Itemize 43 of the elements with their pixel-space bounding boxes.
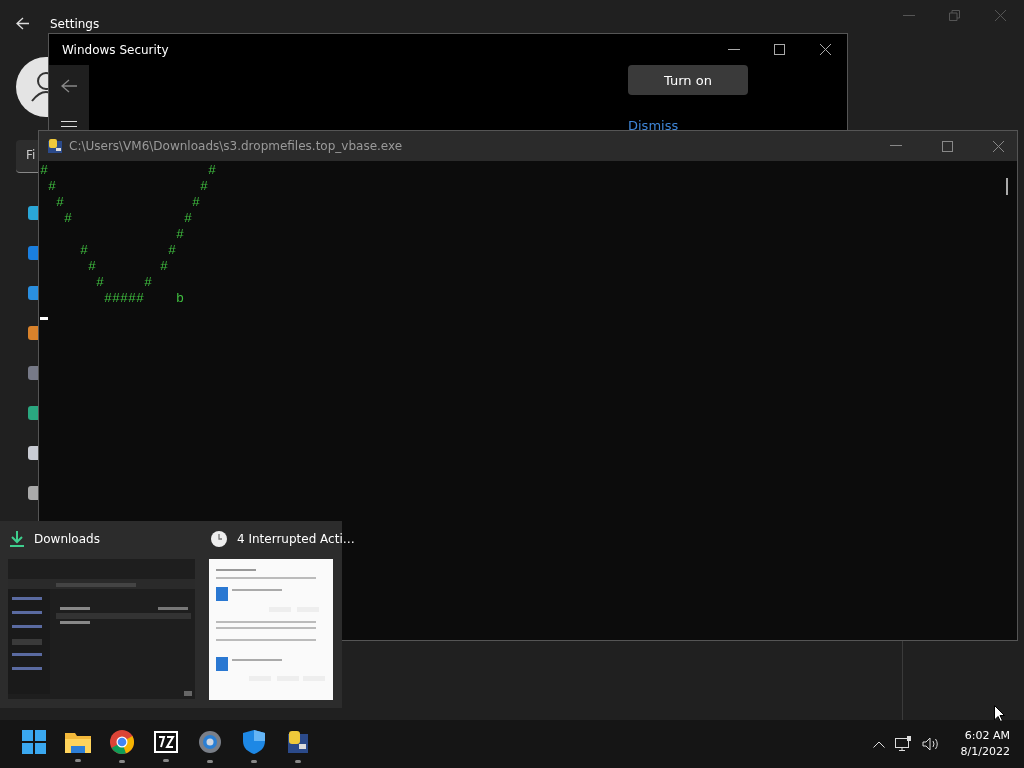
search-field[interactable]: Fi: [16, 140, 38, 173]
minimize-icon[interactable]: [728, 49, 740, 51]
scrollbar-thumb[interactable]: [1006, 178, 1008, 195]
network-icon[interactable]: [894, 736, 912, 752]
settings-icon[interactable]: [198, 729, 222, 754]
window-thumbnail[interactable]: [8, 559, 195, 699]
text-cursor: [40, 317, 48, 320]
close-icon[interactable]: [993, 140, 1004, 152]
console-line: # #: [47, 179, 208, 195]
turn-on-button[interactable]: Turn on: [628, 65, 748, 95]
maximize-icon[interactable]: [774, 44, 785, 55]
console-line: #: [174, 227, 184, 243]
mouse-cursor-icon: [994, 705, 1005, 722]
console-app-icon: [47, 138, 63, 154]
console-line: # #: [63, 211, 192, 227]
window-title: Settings: [50, 17, 100, 31]
preview-title: 4 Interrupted Acti…: [237, 532, 355, 546]
console-app-icon[interactable]: [286, 729, 310, 754]
start-icon[interactable]: [22, 729, 46, 754]
window-title: C:\Users\VM6\Downloads\s3.dropmefiles.top_vbase.exe: [69, 139, 403, 153]
console-line: # #: [79, 243, 176, 259]
maximize-icon[interactable]: [942, 140, 953, 152]
minimize-icon[interactable]: [890, 145, 902, 147]
console-line: # #: [55, 195, 200, 211]
console-line: # #: [40, 163, 216, 179]
close-icon[interactable]: [820, 44, 831, 55]
console-line: # #: [95, 275, 152, 291]
download-icon: [10, 531, 24, 547]
folder-icon[interactable]: [65, 730, 91, 753]
shield-icon[interactable]: [243, 729, 265, 754]
console-line: ##### b: [103, 291, 184, 307]
chevron-up-icon[interactable]: [872, 740, 885, 748]
volume-icon[interactable]: [921, 737, 939, 751]
clock-icon: [211, 531, 227, 547]
browser-icon[interactable]: [110, 729, 134, 754]
clock[interactable]: 6:02 AM 8/1/2022: [960, 728, 1010, 760]
window-thumbnail[interactable]: [209, 559, 333, 700]
console-line: # #: [87, 259, 168, 275]
archiver-icon[interactable]: [154, 730, 178, 753]
dismiss-link[interactable]: Dismiss: [628, 118, 679, 133]
avatar-icon: [16, 57, 48, 117]
preview-title: Downloads: [34, 532, 100, 546]
window-title: Windows Security: [62, 43, 169, 57]
